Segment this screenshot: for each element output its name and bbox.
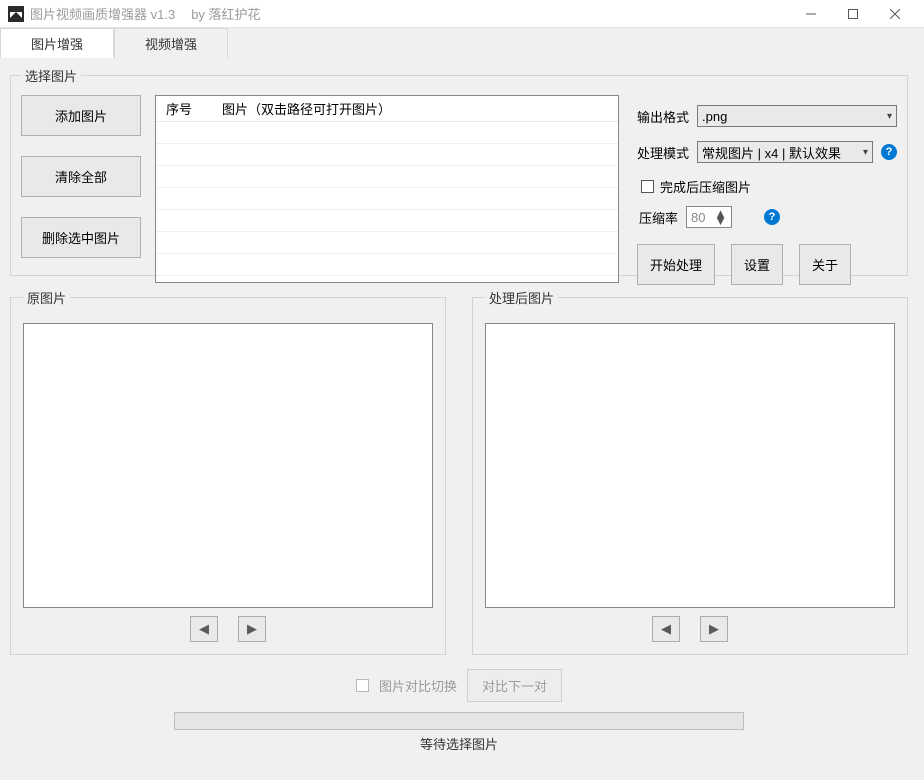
- select-image-group: 选择图片 添加图片 清除全部 删除选中图片 序号 图片（双击路径可打开图片）: [10, 66, 908, 276]
- compare-toggle-checkbox[interactable]: [356, 679, 369, 692]
- processed-preview-group: 处理后图片 ◀ ▶: [472, 288, 908, 655]
- tab-video-enhance[interactable]: 视频增强: [114, 28, 228, 58]
- settings-button[interactable]: 设置: [731, 244, 783, 285]
- table-body: [156, 122, 618, 282]
- original-next-button[interactable]: ▶: [238, 616, 266, 642]
- app-title: 图片视频画质增强器 v1.3: [30, 4, 175, 23]
- close-button[interactable]: [874, 0, 916, 28]
- compress-rate-value: 80: [691, 210, 705, 225]
- compress-after-checkbox[interactable]: [641, 180, 654, 193]
- app-icon: [8, 6, 24, 22]
- table-row: [156, 144, 618, 166]
- processed-image-box: [485, 323, 895, 608]
- progress-bar: [174, 712, 744, 730]
- compress-rate-input[interactable]: 80 ▲▼: [686, 206, 732, 228]
- clear-all-button[interactable]: 清除全部: [21, 156, 141, 197]
- table-row: [156, 166, 618, 188]
- status-text: 等待选择图片: [10, 734, 908, 753]
- help-icon[interactable]: ?: [764, 209, 780, 225]
- minimize-button[interactable]: [790, 0, 832, 28]
- table-row: [156, 254, 618, 276]
- main-content: 选择图片 添加图片 清除全部 删除选中图片 序号 图片（双击路径可打开图片）: [0, 58, 924, 780]
- help-icon[interactable]: ?: [881, 144, 897, 160]
- start-process-button[interactable]: 开始处理: [637, 244, 715, 285]
- table-row: [156, 188, 618, 210]
- app-author: by 落红护花: [191, 4, 260, 23]
- output-format-label: 输出格式: [637, 107, 689, 126]
- table-row: [156, 232, 618, 254]
- column-image: 图片（双击路径可打开图片）: [212, 99, 401, 118]
- original-preview-group: 原图片 ◀ ▶: [10, 288, 446, 655]
- add-image-button[interactable]: 添加图片: [21, 95, 141, 136]
- tab-image-enhance[interactable]: 图片增强: [0, 28, 114, 58]
- original-prev-button[interactable]: ◀: [190, 616, 218, 642]
- tab-bar: 图片增强 视频增强: [0, 28, 924, 58]
- processed-next-button[interactable]: ▶: [700, 616, 728, 642]
- table-row: [156, 210, 618, 232]
- chevron-down-icon: ▾: [863, 147, 868, 158]
- compare-row: 图片对比切换 对比下一对: [10, 669, 908, 702]
- select-image-legend: 选择图片: [21, 66, 81, 85]
- output-format-select[interactable]: .png ▾: [697, 105, 897, 127]
- compress-rate-label: 压缩率: [639, 208, 678, 227]
- table-header: 序号 图片（双击路径可打开图片）: [156, 96, 618, 122]
- title-bar: 图片视频画质增强器 v1.3 by 落红护花: [0, 0, 924, 28]
- image-list-table[interactable]: 序号 图片（双击路径可打开图片）: [155, 95, 619, 283]
- compress-after-label: 完成后压缩图片: [660, 177, 751, 196]
- process-mode-value: 常规图片 | x4 | 默认效果: [702, 143, 841, 162]
- settings-column: 输出格式 .png ▾ 处理模式 常规图片 | x4 | 默认效果 ▾ ? 完成…: [637, 95, 897, 265]
- processed-preview-legend: 处理后图片: [485, 288, 558, 307]
- original-image-box: [23, 323, 433, 608]
- column-index: 序号: [156, 99, 212, 118]
- about-button[interactable]: 关于: [799, 244, 851, 285]
- maximize-button[interactable]: [832, 0, 874, 28]
- compare-next-pair-button[interactable]: 对比下一对: [467, 669, 562, 702]
- processed-prev-button[interactable]: ◀: [652, 616, 680, 642]
- preview-row: 原图片 ◀ ▶ 处理后图片 ◀ ▶: [10, 288, 908, 655]
- process-mode-select[interactable]: 常规图片 | x4 | 默认效果 ▾: [697, 141, 873, 163]
- output-format-value: .png: [702, 109, 727, 124]
- delete-selected-button[interactable]: 删除选中图片: [21, 217, 141, 258]
- spinner-icon[interactable]: ▲▼: [714, 210, 727, 224]
- file-buttons-column: 添加图片 清除全部 删除选中图片: [21, 95, 141, 265]
- compare-toggle-label: 图片对比切换: [379, 676, 457, 695]
- chevron-down-icon: ▾: [887, 111, 892, 122]
- process-mode-label: 处理模式: [637, 143, 689, 162]
- original-preview-legend: 原图片: [23, 288, 70, 307]
- table-row: [156, 122, 618, 144]
